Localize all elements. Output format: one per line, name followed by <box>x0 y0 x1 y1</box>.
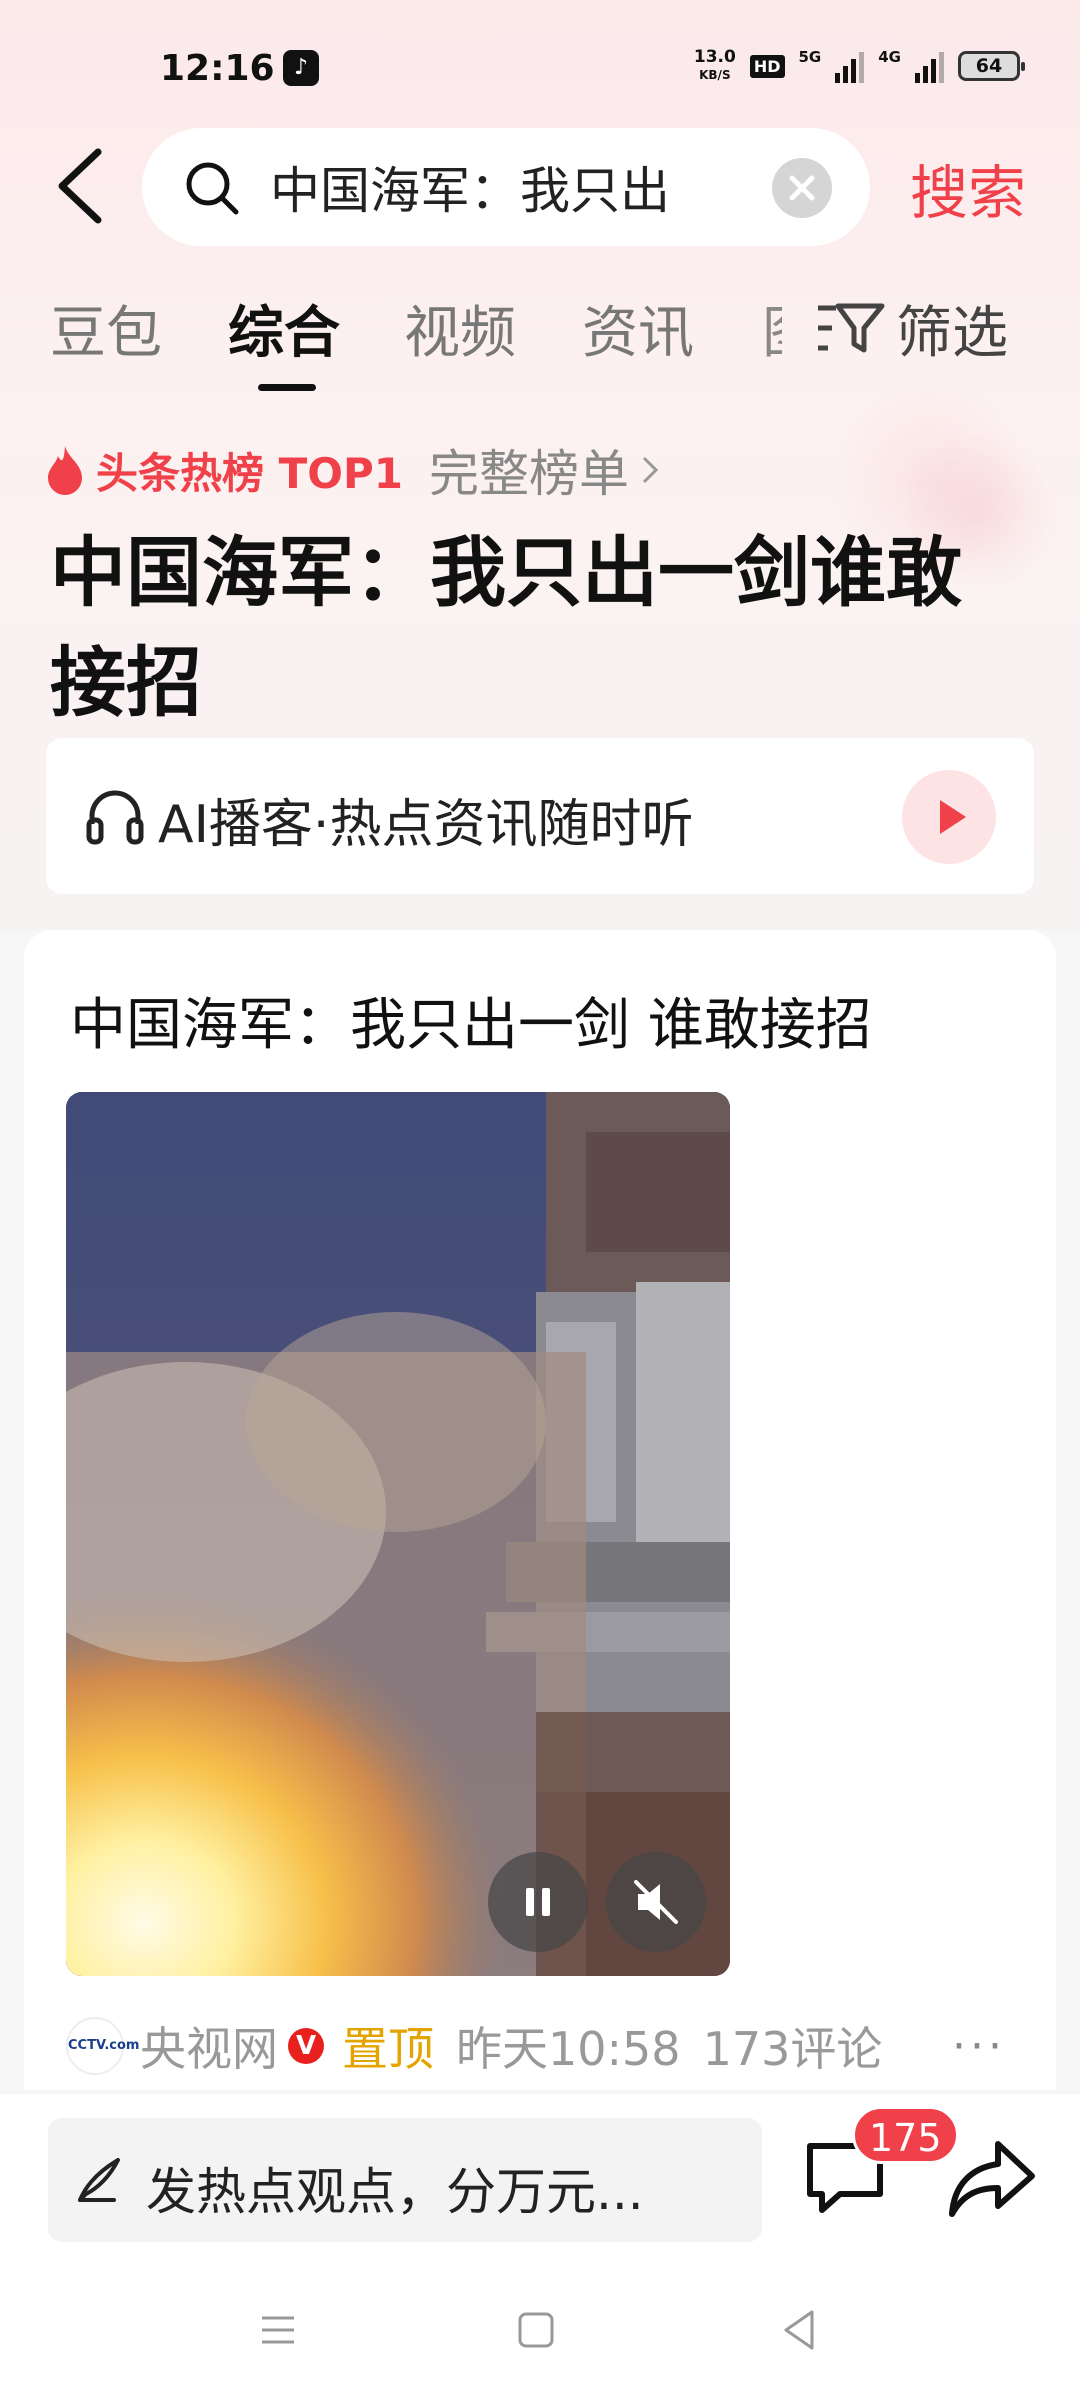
headphones-icon <box>86 790 144 845</box>
source-name[interactable]: 央视网 <box>140 2013 278 2079</box>
pause-button[interactable] <box>488 1852 588 1952</box>
mute-button[interactable] <box>606 1852 706 1952</box>
card-title[interactable]: 中国海军：我只出一剑 谁敢接招 <box>70 980 872 1061</box>
tab-overflow-hint: 图 <box>762 288 782 369</box>
signal-4g-label: 4G <box>878 48 901 66</box>
hot-rank-label: 头条热榜 TOP1 <box>96 448 403 498</box>
video-frame <box>66 1092 730 1976</box>
status-bar: 12:16 ♪ 13.0 KB/S HD 5G 4G 64 <box>0 0 1080 130</box>
tab-news[interactable]: 资讯 <box>582 288 694 369</box>
comment-count-badge: 175 <box>852 2106 959 2164</box>
status-right-group: 13.0 KB/S HD 5G 4G 64 <box>694 48 1025 84</box>
more-options-icon[interactable]: ··· <box>952 2021 1006 2072</box>
tab-video[interactable]: 视频 <box>404 288 516 369</box>
home-square-icon <box>518 2312 554 2348</box>
tiktok-icon: ♪ <box>283 50 319 86</box>
net-speed-unit: KB/S <box>699 68 731 82</box>
search-row: 搜索 <box>0 128 1080 246</box>
chevron-right-icon <box>642 456 659 484</box>
tab-comprehensive[interactable]: 综合 <box>228 288 340 369</box>
triangle-back-icon <box>784 2310 814 2350</box>
verified-badge: V <box>288 2028 324 2064</box>
net-speed-value: 13.0 <box>693 47 736 67</box>
fire-icon <box>48 446 82 495</box>
hd-voice-icon: HD <box>749 54 785 78</box>
podcast-label: AI播客·热点资讯随时听 <box>158 795 694 855</box>
pinned-label: 置顶 <box>342 2022 434 2076</box>
share-button[interactable] <box>946 2136 1038 2220</box>
signal-4g-icon <box>915 49 944 83</box>
recent-apps-button[interactable] <box>248 2300 308 2360</box>
full-list-label: 完整榜单 <box>428 445 629 503</box>
muted-speaker-icon <box>634 1880 678 1924</box>
signal-5g-label: 5G <box>798 48 822 66</box>
hot-rank-row: 头条热榜 TOP1 完整榜单 <box>44 438 659 503</box>
pause-icon <box>526 1888 550 1916</box>
back-button[interactable] <box>52 146 112 226</box>
status-time: 12:16 <box>160 48 275 89</box>
home-button[interactable] <box>506 2300 566 2360</box>
filter-button[interactable]: 筛选 <box>816 288 1008 368</box>
search-icon <box>186 162 239 215</box>
search-box[interactable] <box>142 128 870 246</box>
clear-search-button[interactable] <box>772 158 832 218</box>
system-back-button[interactable] <box>770 2300 830 2360</box>
video-player[interactable] <box>66 1092 730 1976</box>
tab-doubao[interactable]: 豆包 <box>50 288 162 369</box>
chevron-left-icon <box>58 148 102 224</box>
hot-headline[interactable]: 中国海军：我只出一剑谁敢接招 <box>50 518 1010 738</box>
search-button[interactable]: 搜索 <box>910 146 1026 230</box>
card-meta: CCTV.com 央视网 V 置顶 昨天10:58 173评论 ··· <box>66 2004 1046 2088</box>
active-tab-indicator <box>258 384 316 391</box>
search-input[interactable] <box>270 128 730 246</box>
filter-label: 筛选 <box>896 300 1008 366</box>
menu-icon <box>262 2316 294 2344</box>
signal-5g-icon <box>835 49 865 83</box>
close-icon <box>789 175 815 201</box>
play-icon <box>940 800 966 834</box>
filter-icon <box>818 303 885 353</box>
category-tabs: 豆包 综合 视频 资讯 图 筛选 <box>0 288 1080 398</box>
comment-count-label[interactable]: 173评论 <box>703 2013 883 2079</box>
podcast-play-button[interactable] <box>902 770 996 864</box>
result-card[interactable]: 中国海军：我只出一剑 谁敢接招 CCTV.com 央视网 V 置顶 昨天10:5… <box>24 930 1056 2090</box>
publish-time: 昨天10:58 <box>456 2022 681 2076</box>
full-list-link[interactable]: 完整榜单 <box>429 434 659 506</box>
comment-input[interactable]: 发热点观点，分万元... <box>48 2118 762 2242</box>
source-avatar[interactable]: CCTV.com <box>66 2017 139 2075</box>
comment-placeholder: 发热点观点，分万元... <box>146 2163 644 2221</box>
pen-icon <box>78 2158 120 2202</box>
share-arrow-icon <box>949 2141 1035 2217</box>
bottom-action-bar: 发热点观点，分万元... 175 <box>0 2094 1080 2260</box>
system-nav-bar <box>0 2260 1080 2400</box>
ai-podcast-banner[interactable]: AI播客·热点资讯随时听 <box>46 738 1034 894</box>
net-speed: 13.0 KB/S <box>694 48 736 84</box>
battery-icon: 64 <box>958 51 1025 81</box>
